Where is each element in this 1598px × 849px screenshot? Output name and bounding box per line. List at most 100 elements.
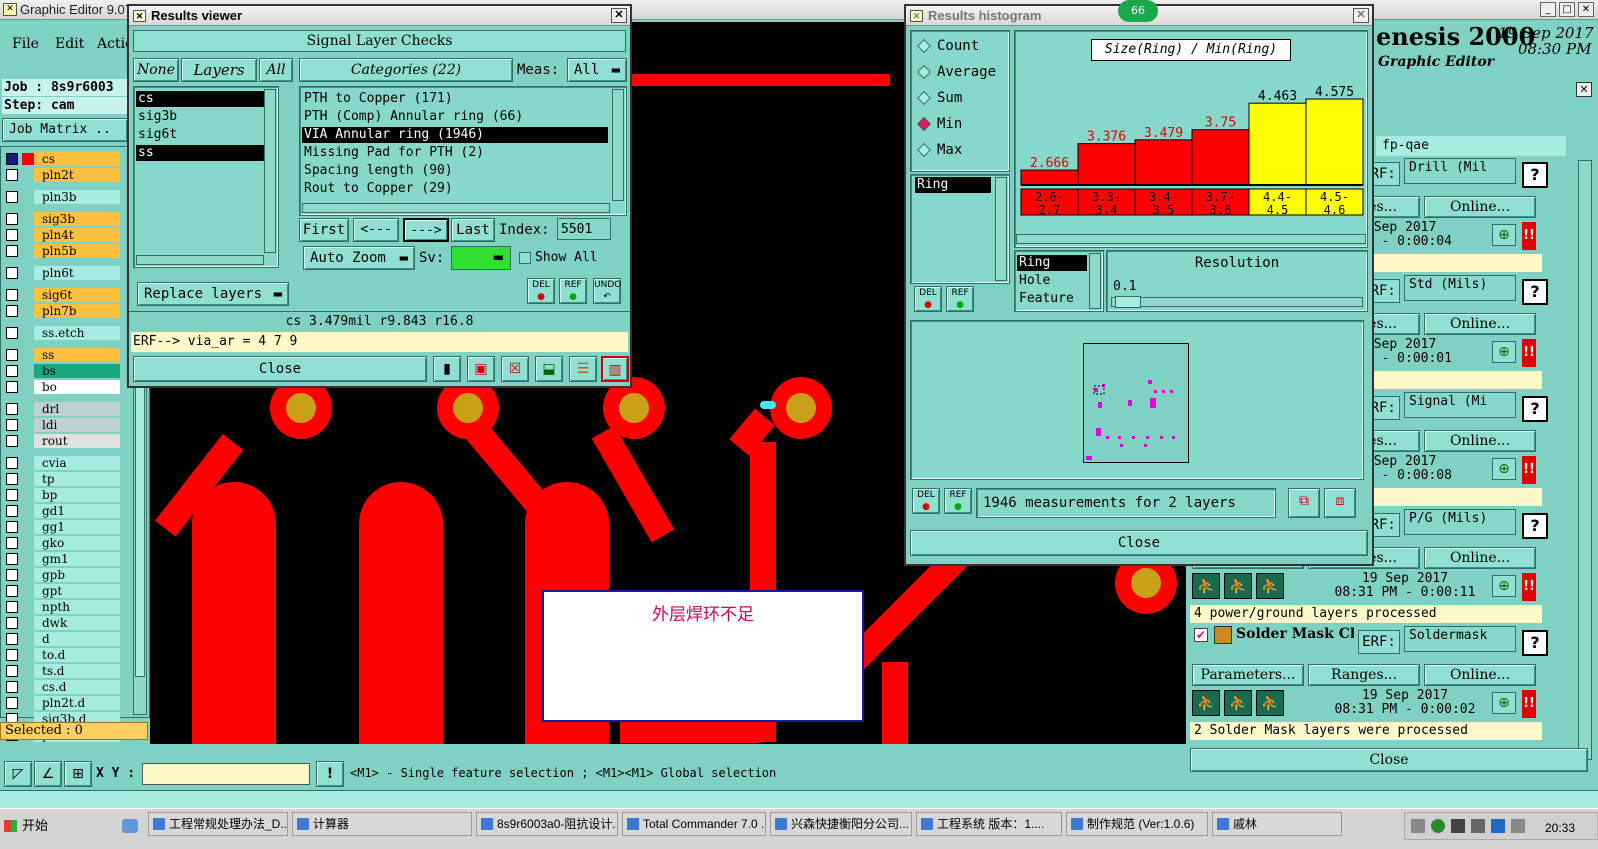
online-button[interactable]: Online... [1424, 196, 1536, 218]
layer-listbox[interactable]: cs sig3b sig6t ss [133, 86, 279, 268]
hist-ref-button[interactable]: REF ● [946, 286, 974, 312]
erf-value[interactable]: Soldermask [1404, 626, 1516, 652]
layer-row[interactable]: ss [4, 348, 120, 362]
layer-row[interactable]: gg1 [4, 520, 120, 534]
category-item[interactable]: Missing Pad for PTH (2) [302, 145, 608, 161]
alert-icon[interactable]: !! [1522, 690, 1536, 718]
layer-row[interactable]: pln5b [4, 244, 120, 258]
taskbar-item[interactable]: 计算器 [292, 812, 472, 836]
layer-checkbox[interactable] [6, 403, 18, 415]
layer-row[interactable]: pln7b [4, 304, 120, 318]
layer-checkbox[interactable] [6, 633, 18, 645]
layer-checkbox[interactable] [6, 569, 18, 581]
layer-list-item[interactable]: sig3b [136, 109, 274, 125]
categories-listbox[interactable]: PTH to Copper (171) PTH (Comp) Annular ri… [299, 86, 627, 216]
warning-icon[interactable]: ! [316, 761, 344, 787]
zoom-in-icon[interactable]: ⊕ [1492, 575, 1516, 597]
layer-checkbox[interactable] [6, 601, 18, 613]
show-all-checkbox[interactable] [519, 252, 531, 264]
check-enable-checkbox[interactable]: ✔ [1194, 628, 1208, 642]
close-icon[interactable]: ✕ [611, 8, 627, 23]
maximize-icon[interactable]: □ [1559, 2, 1575, 17]
tray-icon[interactable] [1411, 819, 1425, 833]
right-panel-scrollbar[interactable] [1578, 160, 1592, 760]
categories-hscroll[interactable] [302, 203, 610, 213]
layer-row[interactable]: pln2t.d [4, 696, 120, 710]
layer-checkbox[interactable] [6, 305, 18, 317]
export-icon[interactable]: ⬓ [535, 356, 563, 382]
hist-bottom-ref-button[interactable]: REF ● [944, 488, 972, 514]
layer-checkbox[interactable] [6, 521, 18, 533]
layer-checkbox[interactable] [6, 327, 18, 339]
start-button[interactable]: 开始 [2, 813, 56, 839]
none-button[interactable]: None [133, 58, 179, 82]
layer-list-item[interactable]: sig6t [136, 127, 274, 143]
measure-item[interactable]: Ring [1017, 255, 1087, 271]
report-icon[interactable]: ▮ [433, 356, 461, 382]
quicklaunch-icon[interactable] [122, 819, 138, 833]
board-thumbnail[interactable] [1083, 343, 1189, 463]
layer-checkbox[interactable] [6, 697, 18, 709]
online-button[interactable]: Online... [1424, 547, 1536, 569]
histogram-bar[interactable] [1248, 102, 1307, 186]
zoom-fit-icon[interactable]: ⧈ [1324, 488, 1356, 518]
alert-icon[interactable]: !! [1522, 573, 1536, 601]
erf-value[interactable]: Std (Mils) [1404, 275, 1516, 301]
layer-row[interactable]: ts.d [4, 664, 120, 678]
results-viewer-close-button[interactable]: Close [133, 356, 427, 382]
layer-checkbox[interactable] [6, 435, 18, 447]
layer-row[interactable]: gko [4, 536, 120, 550]
help-button[interactable]: ? [1522, 162, 1548, 188]
online-button[interactable]: Online... [1424, 313, 1536, 335]
taskbar-item[interactable]: Total Commander 7.0 ... [622, 812, 766, 836]
layer-checkbox[interactable] [6, 537, 18, 549]
layer-row[interactable]: cs.d [4, 680, 120, 694]
alert-icon[interactable]: !! [1522, 222, 1536, 250]
notes-icon[interactable]: ☰ [569, 356, 597, 382]
layer-row[interactable]: npth [4, 600, 120, 614]
layer-row[interactable]: pln2t [4, 168, 120, 182]
histogram-close-button[interactable]: Close [910, 530, 1368, 556]
layer-row[interactable]: pln3b [4, 190, 120, 204]
measure-list-scrollbar[interactable] [1089, 253, 1101, 309]
close-icon[interactable]: ✕ [1578, 2, 1594, 17]
help-button[interactable]: ? [1522, 396, 1548, 422]
resolution-slider[interactable] [1111, 297, 1363, 307]
layer-checkbox[interactable] [6, 169, 18, 181]
run-icon[interactable]: ⛹ [1192, 573, 1220, 599]
taskbar-item[interactable]: 戚林 [1212, 812, 1342, 836]
histogram-bar[interactable] [1305, 98, 1364, 186]
menu-file[interactable]: File [12, 36, 39, 52]
taskbar-item[interactable]: 制作规范 (Ver:1.0.6) [1066, 812, 1208, 836]
online-button[interactable]: Online... [1424, 430, 1536, 452]
index-input[interactable] [557, 218, 611, 240]
next-button[interactable]: ---> [403, 218, 449, 242]
minimize-icon[interactable]: _ [1540, 2, 1556, 17]
layer-row[interactable]: cvia [4, 456, 120, 470]
del-button[interactable]: DEL ● [527, 278, 555, 304]
last-button[interactable]: Last [451, 218, 495, 242]
layer-row[interactable]: pln4t [4, 228, 120, 242]
histogram-bar[interactable] [1134, 139, 1193, 186]
measure-item[interactable]: Feature [1017, 291, 1087, 307]
zoom-in-icon[interactable]: ⊕ [1492, 458, 1516, 480]
category-item[interactable]: PTH to Copper (171) [302, 91, 608, 107]
taskbar-item[interactable]: 工程系统 版本：1.... [916, 812, 1062, 836]
layer-list-scroll-thumb[interactable] [135, 377, 145, 677]
layer-row[interactable]: gd1 [4, 504, 120, 518]
ref-button[interactable]: REF ● [559, 278, 587, 304]
layer-row[interactable]: tp [4, 472, 120, 486]
layer-row[interactable]: sig3b [4, 212, 120, 226]
layer-checkbox[interactable] [6, 473, 18, 485]
layer-checkbox[interactable] [6, 489, 18, 501]
layer-checkbox[interactable] [6, 381, 18, 393]
layer-row[interactable]: pln6t [4, 266, 120, 280]
layer-row[interactable]: ss.etch [4, 326, 120, 340]
resolution-slider-thumb[interactable] [1115, 296, 1141, 308]
right-panel-close-icon[interactable]: ✕ [1576, 82, 1592, 97]
taskbar-item[interactable]: 工程常规处理办法_D... [148, 812, 288, 836]
layer-row[interactable]: d [4, 632, 120, 646]
job-matrix-button[interactable]: Job Matrix .. [2, 118, 128, 142]
layer-row[interactable]: ldi [4, 418, 120, 432]
stop-icon[interactable]: ⛹ [1256, 573, 1284, 599]
